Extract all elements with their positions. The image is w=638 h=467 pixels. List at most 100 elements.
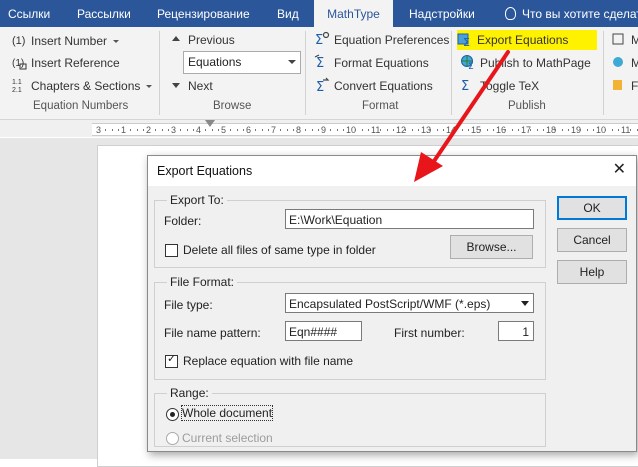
ruler-tick <box>486 129 488 131</box>
ruler-tick <box>111 129 113 131</box>
overflow-item-2[interactable]: M <box>611 53 638 73</box>
range-legend: Range: <box>167 386 212 400</box>
ruler-tick <box>505 129 507 131</box>
chapters-sections-label: Chapters & Sections <box>31 79 141 93</box>
tab-view[interactable]: Вид <box>277 0 299 27</box>
file-format-legend: File Format: <box>167 275 238 289</box>
ruler-tick <box>630 129 632 131</box>
cancel-button[interactable]: Cancel <box>557 228 627 252</box>
ruler-track: 3 1 2 3 4 5 6 7 8 9 10 11 12 13 14 15 16 17 18 19 10 11 <box>92 123 638 136</box>
file-name-pattern-input[interactable]: Eqn#### <box>285 321 362 341</box>
tab-addins[interactable]: Надстройки <box>409 0 475 27</box>
horizontal-ruler[interactable]: 3 1 2 3 4 5 6 7 8 9 10 11 12 13 14 15 16 17 18 19 10 11 <box>0 120 638 137</box>
ruler-number: 3 <box>96 125 102 135</box>
ruler-number: 6 <box>246 125 252 135</box>
ruler-tick <box>286 129 288 131</box>
tab-mailings[interactable]: Рассылки <box>77 0 131 27</box>
ruler-tick <box>555 129 557 131</box>
ruler-number: 7 <box>271 125 277 135</box>
ruler-tick <box>130 129 132 131</box>
whole-document-radio[interactable] <box>166 408 179 421</box>
toggle-tex-button[interactable]: Σ Toggle TeX <box>460 76 539 96</box>
dialog-titlebar[interactable]: Export Equations ✕ <box>148 156 636 186</box>
ruler-tick <box>292 129 294 131</box>
ruler-tick <box>461 129 463 131</box>
overflow-icon-2 <box>611 54 627 70</box>
ruler-tick <box>117 129 119 131</box>
insert-reference-label: Insert Reference <box>31 56 120 70</box>
ruler-number: 5 <box>221 125 227 135</box>
replace-equation-checkbox[interactable]: ✓ <box>165 353 178 368</box>
publish-group-label: Publish <box>508 100 546 112</box>
browse-button[interactable]: Browse... <box>450 235 533 259</box>
ribbon-tab-strip: Ссылки Рассылки Рецензирование Вид MathT… <box>0 0 638 27</box>
tab-review[interactable]: Рецензирование <box>157 0 250 27</box>
next-button[interactable]: Next <box>168 76 213 96</box>
close-icon[interactable]: ✕ <box>613 161 626 179</box>
insert-reference-button[interactable]: (1) Insert Reference <box>11 53 120 73</box>
svg-text:2.1: 2.1 <box>12 87 22 93</box>
ruler-tick <box>530 129 532 131</box>
group-separator <box>159 31 160 115</box>
equation-preferences-icon: Σ <box>314 31 330 48</box>
ruler-tick <box>492 129 494 131</box>
ruler-tick <box>567 129 569 131</box>
ruler-tick <box>536 129 538 131</box>
browse-group-label: Browse <box>213 100 252 112</box>
ruler-tick <box>142 129 144 131</box>
export-equations-button[interactable]: Σ Export Equations <box>457 30 598 50</box>
equation-preferences-label: Equation Preferences <box>334 33 450 47</box>
ruler-tick <box>605 129 607 131</box>
ruler-tick <box>442 129 444 131</box>
publish-mathpage-label: Publish to MathPage <box>480 56 591 70</box>
previous-button[interactable]: Previous <box>168 30 235 50</box>
ruler-tick <box>636 129 638 131</box>
ruler-tick <box>342 129 344 131</box>
svg-text:Σ: Σ <box>463 36 470 47</box>
svg-text:Σ: Σ <box>315 33 323 47</box>
help-button[interactable]: Help <box>557 260 627 284</box>
convert-equations-button[interactable]: Σ Convert Equations <box>314 76 433 96</box>
ruler-tick <box>180 129 182 131</box>
ruler-tick <box>242 129 244 131</box>
overflow-item-1[interactable]: M <box>611 30 638 50</box>
next-label: Next <box>188 79 213 93</box>
format-equations-button[interactable]: Σ Format Equations <box>314 53 429 73</box>
file-type-select[interactable]: Encapsulated PostScript/WMF (*.eps) <box>285 293 534 313</box>
first-number-input[interactable]: 1 <box>498 321 534 341</box>
overflow-label-1: M <box>631 33 638 47</box>
tab-tell-me[interactable]: Что вы хотите сделать <box>505 0 638 27</box>
ruler-tick <box>455 129 457 131</box>
ruler-tick <box>161 129 163 131</box>
delete-files-checkbox[interactable] <box>165 244 178 257</box>
folder-input[interactable]: E:\Work\Equation <box>285 209 534 229</box>
browse-type-value: Equations <box>188 55 242 69</box>
publish-mathpage-button[interactable]: Σ Publish to MathPage <box>460 53 591 73</box>
chapters-sections-button[interactable]: 1.1 2.1 Chapters & Sections <box>11 76 153 96</box>
ruler-tick <box>405 129 407 131</box>
ruler-tick <box>355 129 357 131</box>
overflow-item-3[interactable]: Fu <box>611 76 638 96</box>
ruler-tick <box>580 129 582 131</box>
group-separator <box>603 31 604 115</box>
whole-document-label: Whole document <box>180 405 274 421</box>
tab-mathtype[interactable]: MathType <box>314 0 393 27</box>
ruler-tick <box>611 129 613 131</box>
tab-links[interactable]: Ссылки <box>8 0 50 27</box>
svg-text:Σ: Σ <box>316 80 324 93</box>
equation-preferences-button[interactable]: Σ Equation Preferences <box>314 30 449 50</box>
insert-number-button[interactable]: (1) Insert Number <box>11 31 120 51</box>
indent-marker[interactable] <box>205 120 215 127</box>
ruler-tick <box>261 129 263 131</box>
ruler-tick <box>417 129 419 131</box>
replace-equation-label: Replace equation with file name <box>183 354 354 368</box>
ok-button[interactable]: OK <box>557 196 627 220</box>
checkmark-icon: ✓ <box>167 353 177 365</box>
browse-type-combo[interactable]: Equations <box>183 51 301 74</box>
insert-reference-icon: (1) <box>11 54 27 70</box>
convert-equations-icon: Σ <box>314 77 330 95</box>
overflow-label-2: M <box>631 56 638 70</box>
insert-number-label: Insert Number <box>31 34 108 48</box>
ruler-tick <box>217 129 219 131</box>
current-selection-radio[interactable] <box>166 432 179 445</box>
